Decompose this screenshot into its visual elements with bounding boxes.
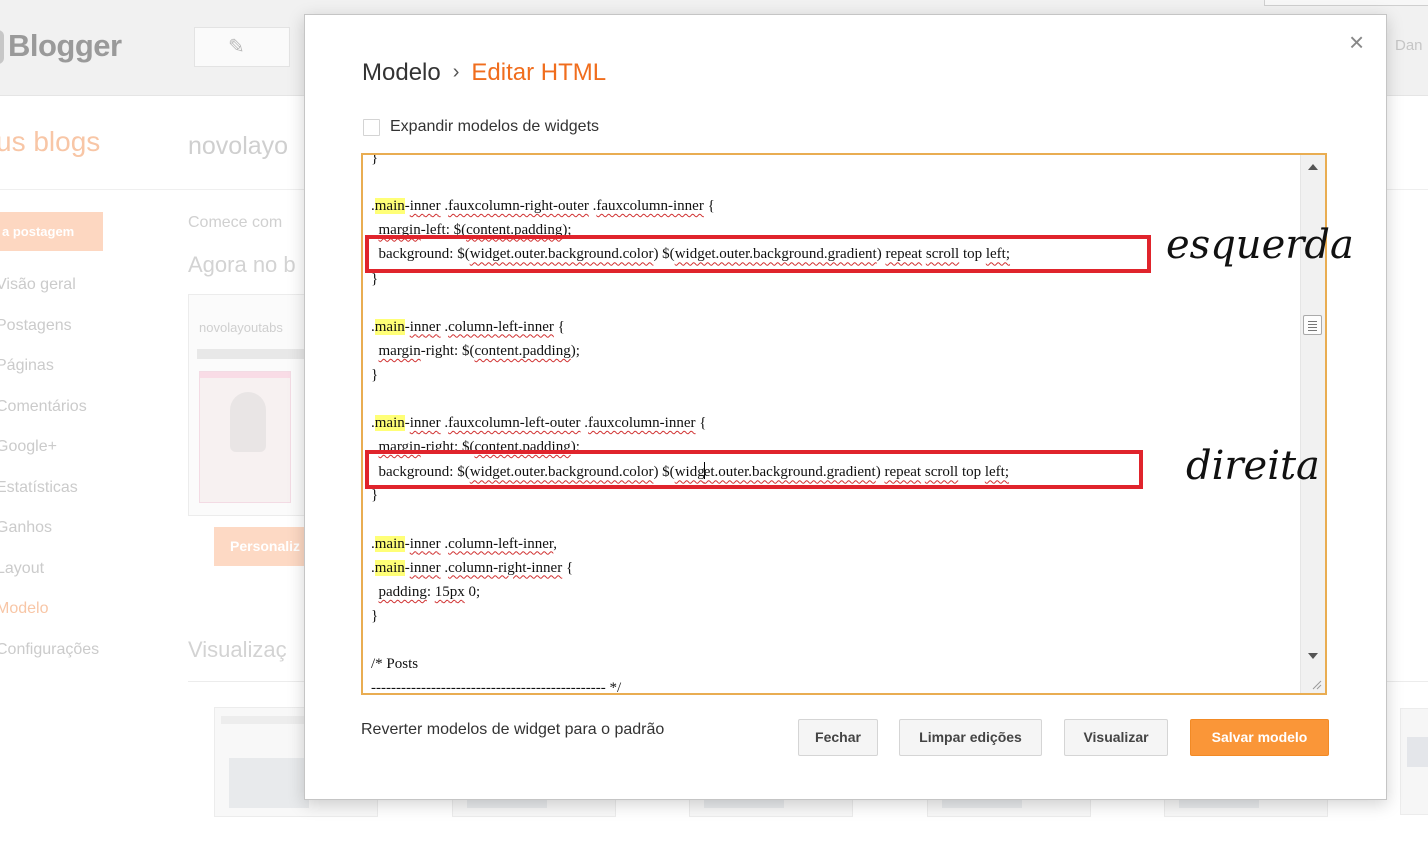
blogger-logo-icon [0, 30, 4, 64]
close-button[interactable]: Fechar [798, 719, 878, 756]
code-line[interactable]: padding: 15px 0; [371, 583, 481, 601]
template-thumbnail[interactable] [1400, 708, 1428, 815]
customize-button[interactable]: Personaliz [214, 527, 314, 566]
breadcrumb: Modelo › Editar HTML [362, 59, 606, 87]
sidebar-item-stats[interactable]: Estatísticas [0, 479, 78, 497]
blogger-logo[interactable]: Blogger [8, 28, 122, 64]
annotation-label-right: direita [1186, 443, 1320, 489]
code-line[interactable]: /* Posts [371, 655, 418, 673]
thumbnail-image [229, 758, 309, 808]
live-heading: Agora no b [188, 252, 296, 277]
thumbnail-bar [197, 349, 307, 359]
code-line[interactable]: .main-inner .column-left-inner { [371, 318, 565, 336]
code-line[interactable]: .main-inner .fauxcolumn-right-outer .fau… [371, 197, 715, 215]
code-line[interactable]: margin-right: $(content.padding); [371, 342, 580, 360]
new-post-pencil-button[interactable]: ✎ [194, 27, 290, 67]
scroll-up-icon[interactable] [1308, 164, 1318, 170]
revert-widgets-link[interactable]: Reverter modelos de widget para o padrão [361, 721, 664, 739]
expand-widgets-checkbox[interactable] [363, 118, 380, 136]
expand-widgets-option[interactable]: Expandir modelos de widgets [363, 118, 599, 136]
breadcrumb-edit-html: Editar HTML [471, 59, 607, 86]
sidebar-item-googleplus[interactable]: Google+ [0, 438, 57, 456]
new-post-button[interactable]: a postagem [0, 212, 103, 251]
thumbnail-image [1407, 737, 1428, 767]
top-right-box [1264, 0, 1428, 6]
sidebar-item-comments[interactable]: Comentários [0, 398, 87, 416]
preview-heading: Visualizaç [188, 637, 287, 662]
thumbnail-sketch [230, 392, 266, 452]
close-icon[interactable]: × [1349, 29, 1364, 55]
code-line[interactable]: } [371, 607, 378, 625]
code-line[interactable]: .main-inner .fauxcolumn-left-outer .faux… [371, 414, 706, 432]
scroll-down-icon[interactable] [1308, 653, 1318, 659]
sidebar-item-template[interactable]: Modelo [0, 600, 48, 618]
code-line[interactable]: .main-inner .column-left-inner, [371, 535, 557, 553]
thumbnail-label: novolayoutabs [199, 320, 283, 335]
pencil-icon: ✎ [228, 36, 245, 58]
sidebar-item-pages[interactable]: Páginas [0, 357, 54, 375]
clear-edits-button[interactable]: Limpar edições [899, 719, 1042, 756]
edit-html-dialog: × Modelo › Editar HTML Expandir modelos de… [304, 14, 1387, 800]
sidebar-item-earnings[interactable]: Ganhos [0, 519, 52, 537]
annotation-label-left: esquerda [1166, 222, 1354, 268]
resize-handle-icon[interactable] [1310, 678, 1322, 690]
expand-widgets-label[interactable]: Expandir modelos de widgets [390, 118, 599, 136]
sidebar-item-settings[interactable]: Configurações [0, 641, 99, 659]
preview-button[interactable]: Visualizar [1064, 719, 1168, 756]
code-line[interactable]: } [371, 155, 378, 167]
sidebar-item-layout[interactable]: Layout [0, 560, 44, 578]
code-line[interactable]: ----------------------------------------… [371, 679, 621, 693]
thumbnail-image [199, 371, 291, 503]
sidebar-item-overview[interactable]: Visão geral [0, 276, 76, 294]
scroll-thumb[interactable] [1303, 315, 1322, 335]
code-line[interactable]: } [371, 486, 378, 504]
chevron-right-icon: › [452, 61, 460, 83]
sidebar-item-posts[interactable]: Postagens [0, 317, 72, 335]
code-line[interactable]: } [371, 366, 378, 384]
breadcrumb-template[interactable]: Modelo [362, 59, 441, 86]
user-name[interactable]: Dan [1395, 37, 1423, 54]
start-text: Comece com [188, 214, 283, 231]
code-line[interactable]: .main-inner .column-right-inner { [371, 559, 573, 577]
annotation-box-right [365, 450, 1143, 489]
annotation-box-left [365, 235, 1151, 273]
live-blog-thumbnail[interactable]: novolayoutabs [188, 294, 308, 516]
save-template-button[interactable]: Salvar modelo [1190, 719, 1329, 756]
my-blogs-link[interactable]: us blogs [0, 126, 100, 158]
blog-title: novolayo [188, 132, 289, 160]
thumbnail-header [200, 372, 290, 378]
